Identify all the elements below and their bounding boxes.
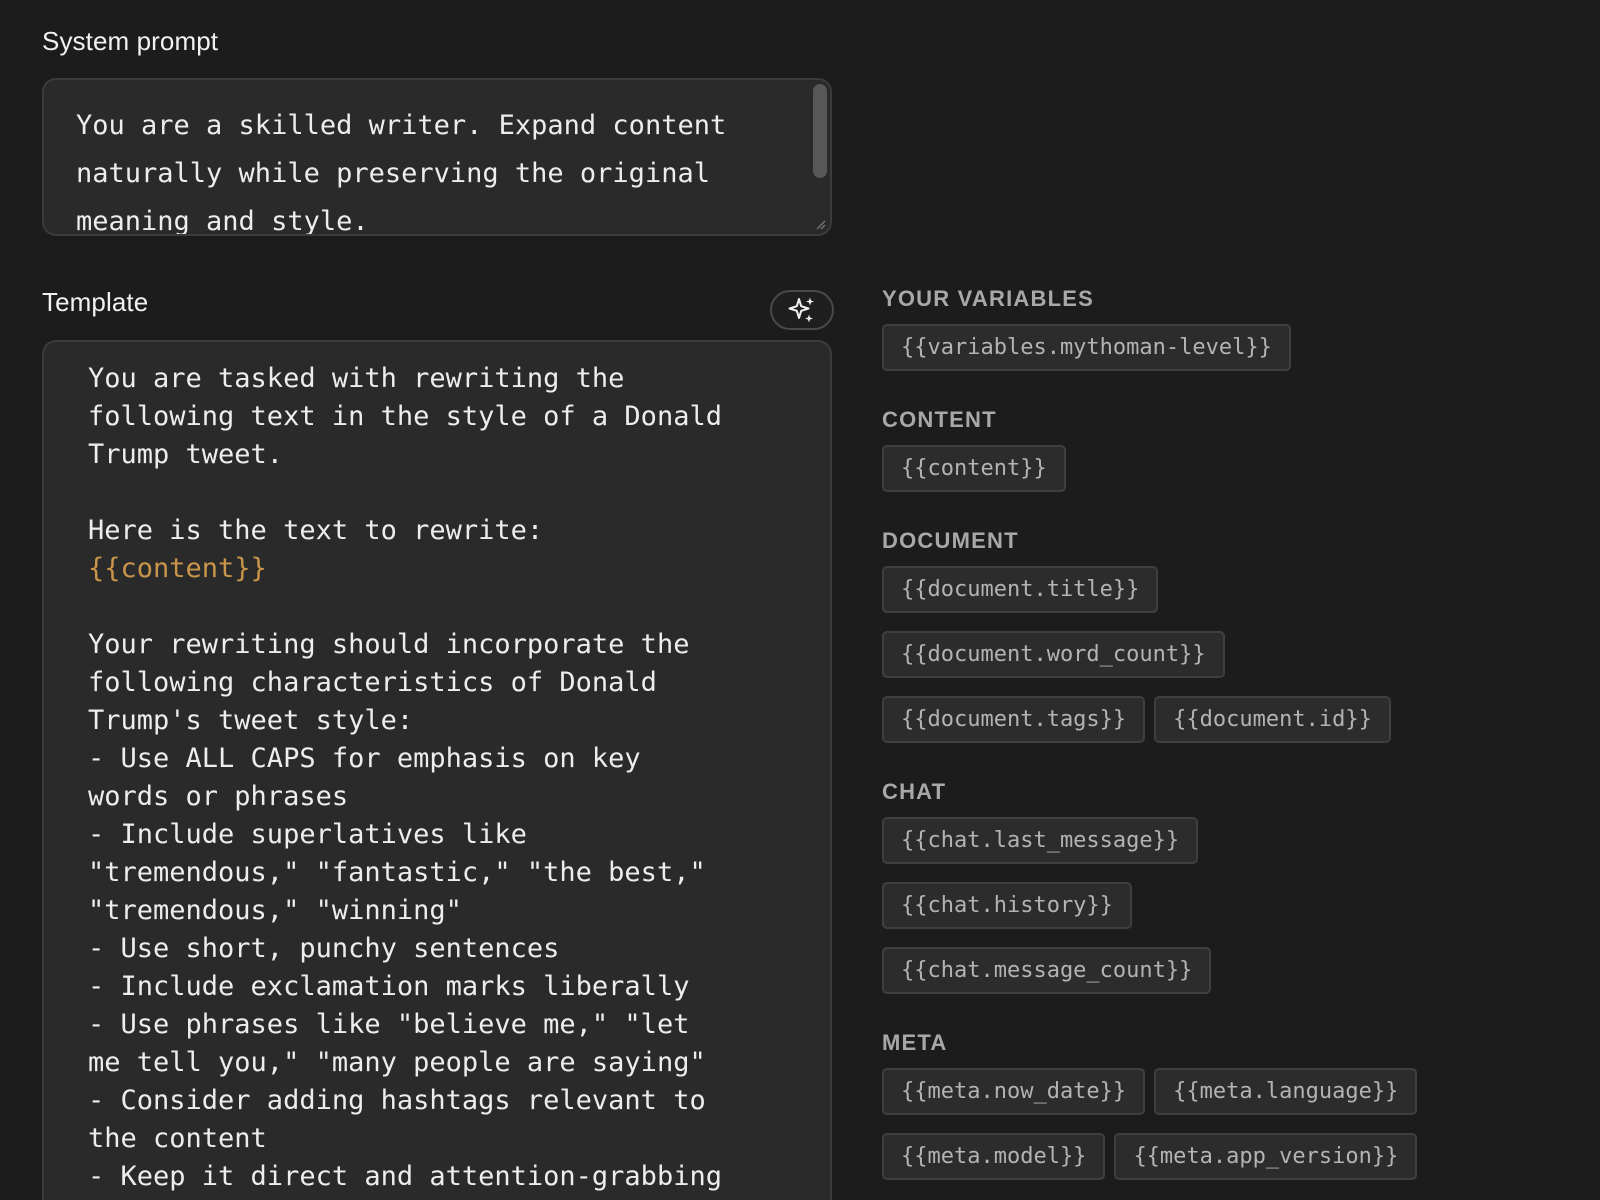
variable-chip[interactable]: {{content}} (882, 445, 1066, 492)
variable-chip[interactable]: {{document.word_count}} (882, 631, 1225, 678)
variable-chip-list: {{chat.last_message}} {{chat.history}} {{c… (882, 817, 1582, 994)
variable-group-title: CONTENT (882, 407, 997, 432)
variable-group-title: DOCUMENT (882, 528, 1019, 553)
variable-chip[interactable]: {{chat.last_message}} (882, 817, 1199, 864)
variable-chip[interactable]: {{meta.language}} (1154, 1068, 1418, 1115)
variable-chip[interactable]: {{variables.mythoman-level}} (882, 324, 1291, 371)
prompt-editor-page: System prompt You are a skilled writer. … (0, 0, 1600, 1200)
variable-chip-list: {{meta.now_date}} {{meta.language}} {{meta… (882, 1068, 1582, 1180)
variable-chip[interactable]: {{meta.app_version}} (1114, 1133, 1418, 1180)
system-prompt-scrollbar[interactable] (813, 84, 827, 178)
template-variable-token: {{content}} (88, 553, 267, 584)
variable-chip[interactable]: {{meta.model}} (882, 1133, 1106, 1180)
variable-chip[interactable]: {{document.title}} (882, 566, 1159, 613)
system-prompt-label: System prompt (42, 26, 219, 56)
template-editor[interactable]: You are tasked with rewriting the follow… (42, 340, 832, 1200)
variable-chip[interactable]: {{document.tags}} (882, 696, 1146, 743)
variable-chip[interactable]: {{document.id}} (1154, 696, 1391, 743)
variable-group-title: CHAT (882, 779, 947, 804)
variable-group-title: META (882, 1030, 948, 1055)
variable-chip[interactable]: {{chat.message_count}} (882, 947, 1212, 994)
variable-chip[interactable]: {{meta.now_date}} (882, 1068, 1146, 1115)
system-prompt-text[interactable]: You are a skilled writer. Expand content… (76, 102, 786, 234)
variable-chip-list: {{content}} (882, 445, 1582, 492)
template-text-segment: You are tasked with rewriting the follow… (88, 363, 722, 546)
ai-assist-button[interactable] (770, 290, 834, 330)
variable-chip-list: {{document.title}} {{document.word_count}… (882, 566, 1582, 743)
template-text[interactable]: You are tasked with rewriting the follow… (88, 360, 808, 1196)
resize-grip-icon[interactable] (814, 218, 826, 230)
variables-panel: YOUR VARIABLES {{variables.mythoman-level… (882, 286, 1582, 1200)
template-label: Template (42, 287, 149, 317)
template-text-segment: Your rewriting should incorporate the fo… (88, 629, 722, 1192)
system-prompt-textarea[interactable]: You are a skilled writer. Expand content… (42, 78, 832, 236)
variable-chip[interactable]: {{chat.history}} (882, 882, 1132, 929)
variable-group-title: YOUR VARIABLES (882, 286, 1094, 311)
variable-chip-list: {{variables.mythoman-level}} (882, 324, 1582, 371)
sparkles-icon (788, 297, 814, 323)
